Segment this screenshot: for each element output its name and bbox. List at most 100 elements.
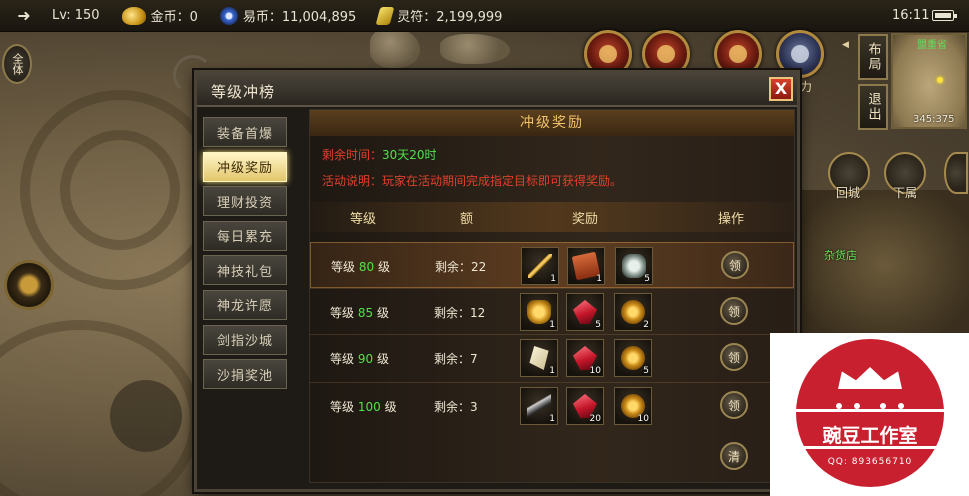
layout-button[interactable]: 布局 [858, 34, 888, 80]
column-action: 操作 [718, 212, 745, 227]
battery-icon [932, 10, 957, 21]
tab-item[interactable]: 理财投资 [203, 186, 287, 217]
claim-button[interactable]: 领 [720, 391, 748, 419]
close-button[interactable]: X [769, 77, 793, 101]
level-prefix: 等级 [331, 260, 356, 274]
reward-item-slot[interactable]: 5 [614, 339, 652, 377]
level-prefix: 等级 [330, 306, 355, 320]
panel-title-bar: 等级冲榜 X [197, 73, 797, 107]
reward-item-slot[interactable]: 1 [521, 247, 559, 285]
item-count: 1 [549, 320, 555, 330]
item-count: 5 [644, 274, 650, 284]
gold-coin-icon [121, 6, 146, 25]
tab-item[interactable]: 神龙许愿 [203, 289, 287, 320]
reward-row: 等级 85 级 剩余：12 1 5 2 领 [310, 288, 794, 334]
row-remaining: 剩余：3 [434, 400, 478, 414]
item-count: 10 [589, 366, 601, 376]
lingfu-stat: 灵符：2,199,999 [375, 6, 502, 25]
return-city-label: 回城 [836, 186, 861, 200]
tab-item[interactable]: 每日累充 [203, 220, 287, 251]
level-prefix: 等级 [330, 352, 355, 366]
reward-item-slot[interactable]: 20 [566, 387, 604, 425]
clear-button[interactable]: 清 [720, 442, 748, 470]
reward-row: 等级 100 级 剩余：3 1 20 10 领 [310, 382, 794, 428]
clock: 16:11 [892, 8, 930, 23]
all-chat-button[interactable]: 全体 [2, 44, 32, 84]
item-count: 20 [589, 414, 601, 424]
column-reward: 奖励 [572, 212, 599, 227]
reward-row: 等级 80 级 剩余：22 1 1 5 领 [310, 242, 794, 288]
collapse-arrow-icon[interactable]: ◀ [842, 40, 849, 50]
reward-row: 等级 90 级 剩余：7 1 10 5 领 [310, 334, 794, 380]
reward-item-slot[interactable]: 5 [566, 293, 604, 331]
shop-scene [800, 190, 969, 340]
shop-npc-label: 杂货店 [824, 249, 857, 262]
wing-icon [529, 346, 549, 370]
watermark-seal: 豌豆工作室 QQ: 893656710 [788, 339, 952, 487]
skill-icon[interactable] [944, 152, 968, 194]
row-remaining: 剩余：7 [434, 352, 478, 366]
reward-content: 冲级奖励 剩余时间：30天20时 活动说明：玩家在活动期间完成指定目标即可获得奖… [309, 109, 795, 483]
gold-value: 金币：0 [150, 10, 198, 25]
level-number: 90 [357, 352, 374, 366]
reward-item-slot[interactable]: 1 [567, 247, 605, 285]
armor-icon [527, 300, 551, 324]
reward-item-slot[interactable]: 5 [615, 247, 653, 285]
tab-item[interactable]: 沙捐奖池 [203, 359, 287, 390]
skull-skill-icon[interactable] [4, 260, 54, 310]
row-level: 等级 80 级 [331, 258, 390, 275]
time-remaining-line: 剩余时间：30天20时 [322, 146, 437, 163]
player-marker-icon [937, 77, 943, 83]
reward-item-slot[interactable]: 1 [520, 387, 558, 425]
panel-ornament [173, 55, 213, 95]
yibi-disc-icon [219, 6, 238, 25]
virtual-joystick[interactable] [110, 380, 182, 452]
reward-item-slot[interactable]: 1 [520, 339, 558, 377]
level-text: Lv: 150 [52, 8, 100, 23]
time-remaining-key: 剩余时间： [322, 148, 383, 162]
level-number: 85 [357, 306, 374, 320]
item-count: 5 [595, 320, 601, 330]
tab-item[interactable]: 冲级奖励 [203, 151, 287, 182]
time-remaining-value: 30天20时 [382, 148, 437, 162]
item-count: 1 [549, 414, 555, 424]
level-suffix: 级 [376, 306, 389, 320]
claim-button[interactable]: 领 [721, 251, 749, 279]
reward-item-slot[interactable]: 2 [614, 293, 652, 331]
tab-item[interactable]: 剑指沙城 [203, 324, 287, 355]
yibi-stat: 易币：11,004,895 [219, 6, 356, 25]
rock [440, 34, 510, 64]
panel-title: 等级冲榜 [211, 83, 276, 101]
power-label: 力 [800, 80, 813, 94]
column-level: 等级 [350, 212, 377, 227]
reward-item-slot[interactable]: 10 [614, 387, 652, 425]
sidebar-tabs: 装备首爆冲级奖励理财投资 每日累充神技礼包 神龙许愿剑指沙城沙捐奖池 [203, 117, 287, 394]
row-remaining: 剩余：22 [435, 260, 487, 274]
reward-item-slot[interactable]: 1 [520, 293, 558, 331]
row-level: 等级 100 级 [330, 398, 397, 415]
tab-item[interactable]: 神技礼包 [203, 255, 287, 286]
level-number: 100 [357, 400, 381, 414]
row-level: 等级 90 级 [330, 350, 389, 367]
medal-icon [621, 346, 645, 370]
item-count: 1 [549, 366, 555, 376]
descend-label: 下属 [893, 186, 918, 200]
reward-item-slot[interactable]: 10 [566, 339, 604, 377]
gold-stat: 金币：0 [121, 6, 198, 25]
claim-button[interactable]: 领 [720, 297, 748, 325]
minimap[interactable]: 盟重省 345:375 [891, 33, 967, 129]
row-remaining: 剩余：12 [434, 306, 486, 320]
exit-button[interactable]: 退出 [858, 84, 888, 130]
sword-icon [528, 254, 552, 278]
tab-item[interactable]: 装备首爆 [203, 117, 287, 147]
level-prefix: 等级 [330, 400, 355, 414]
rock [370, 28, 420, 68]
expand-arrow-icon[interactable]: ➜ [10, 6, 38, 25]
level-suffix: 级 [376, 352, 389, 366]
medal-icon [621, 300, 645, 324]
blade-icon [527, 394, 551, 418]
claim-button[interactable]: 领 [720, 343, 748, 371]
item-count: 1 [596, 274, 602, 284]
activity-description-line: 活动说明：玩家在活动期间完成指定目标即可获得奖励。 [322, 172, 622, 189]
level-ranking-panel: 等级冲榜 X 装备首爆 冲级奖励 理财投资 每日累充 神技礼包 神龙许愿 剑指沙城 沙捐奖池 … [173, 55, 800, 492]
